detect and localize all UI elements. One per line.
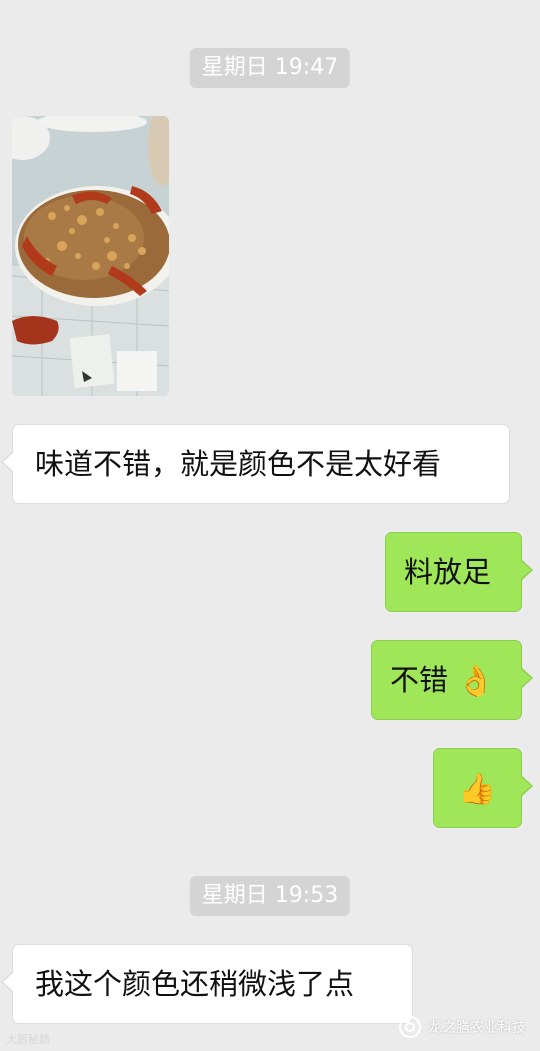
ok-hand-icon: 👌 [457,664,495,699]
timestamp-label: 星期日 19:53 [189,876,351,916]
outgoing-message-bubble[interactable]: 不错 👌 [371,640,533,720]
watermark-text: 大厨秘籍 [6,1033,50,1046]
watermark-left: 大厨秘籍 [6,1031,50,1047]
timestamp-label: 星期日 19:47 [189,48,351,88]
wechat-logo-icon [399,1016,421,1038]
food-photo-image [12,116,169,396]
message-text: 味道不错，就是颜色不是太好看 [35,447,442,481]
thumbs-up-icon: 👍 [458,772,497,807]
watermark-right: 龙之膳农业科技 [398,1015,526,1039]
message-text: 不错 [390,663,449,697]
message-text: 我这个颜色还稍微浅了点 [35,967,355,1001]
food-photo-message[interactable] [12,116,169,396]
incoming-message-bubble[interactable]: 味道不错，就是颜色不是太好看 [1,424,510,504]
watermark-text: 龙之膳农业科技 [428,1020,526,1036]
message-text: 料放足 [404,555,492,589]
outgoing-emoji-bubble[interactable]: 👍 [433,748,533,828]
incoming-message-bubble[interactable]: 我这个颜色还稍微浅了点 [1,944,413,1024]
outgoing-message-bubble[interactable]: 料放足 [385,532,533,612]
